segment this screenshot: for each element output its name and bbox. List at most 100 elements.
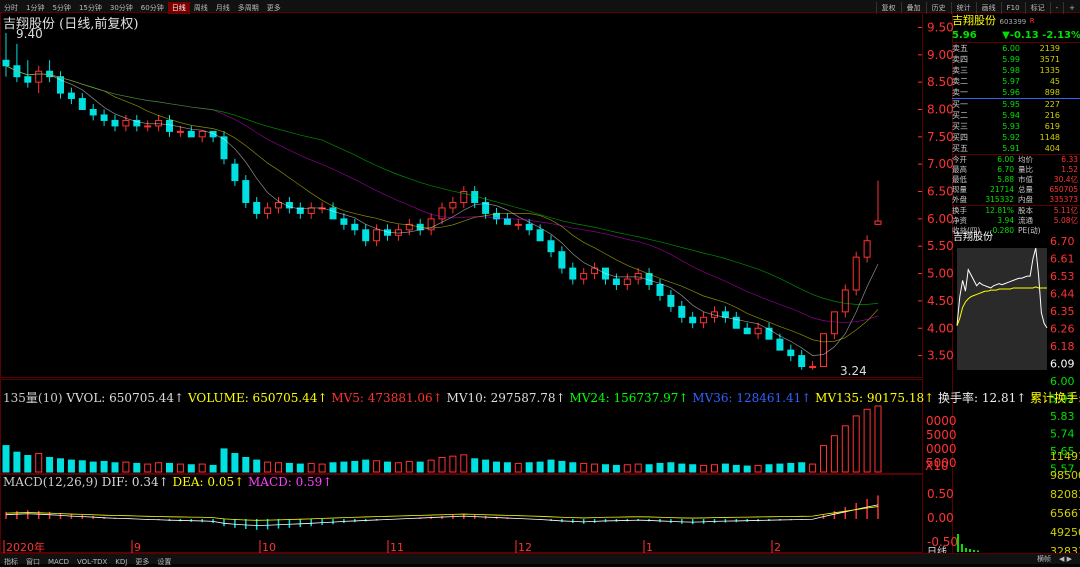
indicator-tab-0[interactable]: 指标	[0, 557, 22, 567]
price-axis-label: 5.00	[927, 267, 954, 281]
volume-bar	[307, 462, 315, 473]
dif-line	[5, 504, 879, 526]
volume-bar	[776, 463, 784, 473]
stat-label: PE(动)	[1018, 226, 1041, 235]
volume-bar	[78, 460, 86, 473]
macd-axis-label: 0.00	[927, 511, 954, 525]
candle-body	[743, 327, 751, 335]
candle-body	[307, 207, 315, 214]
month-label: 12	[518, 541, 532, 553]
mini-volume-bar	[973, 550, 975, 552]
volume-bar	[798, 462, 806, 473]
chart-title: 吉翔股份 (日线,前复权)	[3, 17, 139, 32]
volume-bar	[405, 460, 413, 473]
bid-label: 买二	[952, 111, 968, 120]
bid-price: 5.92	[1002, 133, 1020, 142]
volume-bar	[558, 460, 566, 473]
mini-volume-bar	[961, 544, 963, 552]
candle-body	[209, 130, 217, 138]
volume-bar	[318, 463, 326, 473]
volume-bar	[89, 461, 97, 473]
stat-label: 最高	[952, 165, 967, 174]
mini-price-label: 5.74	[1050, 428, 1075, 441]
candle-body	[689, 316, 697, 324]
indicator-tab-4[interactable]: KDJ	[111, 557, 131, 567]
volume-bar	[678, 463, 686, 473]
volume-bar	[580, 462, 588, 473]
price-axis-label: 8.00	[927, 103, 954, 117]
indicator-tab-1[interactable]: 窗口	[22, 557, 44, 567]
mini-price-label: 6.09	[1050, 358, 1075, 371]
indicator-tab-5[interactable]: 更多	[131, 557, 153, 567]
volume-bar	[765, 464, 773, 473]
volume-bar	[220, 448, 228, 473]
candle-body	[362, 229, 370, 242]
bid-row: 买三 5.93 619	[952, 121, 1080, 132]
indicator-tab-2[interactable]: MACD	[44, 557, 73, 567]
indicator-tab-6[interactable]: 设置	[153, 557, 175, 567]
candle-body	[122, 119, 130, 127]
volume-bar	[787, 462, 795, 473]
candle-body	[841, 289, 849, 313]
price-axis-label: 8.50	[927, 75, 954, 89]
mini-chart-area	[957, 248, 1047, 370]
volume-bar	[111, 462, 119, 473]
indicator-tab-3[interactable]: VOL-TDX	[73, 557, 111, 567]
candle-body	[220, 136, 228, 160]
stats-list: 今开 6.00 均价 6.33 最高 6.70 量比 1.52 最低 5.88 市值 30.4亿 现量 2…	[952, 155, 1080, 206]
candle-body	[852, 256, 860, 291]
volume-bar	[754, 464, 762, 473]
price-axis-label: 4.50	[927, 294, 954, 308]
candle-body	[155, 119, 163, 127]
bid-label: 买三	[952, 122, 968, 131]
bid-price: 5.91	[1002, 144, 1020, 153]
volume-bar	[198, 463, 206, 473]
month-label: 10	[262, 541, 276, 553]
volume-bar	[329, 462, 337, 473]
chart-canvas[interactable]: 9.50 9.00 8.50 8.00 7.50 7.00 6.50 6.00 5.50 5.00…	[0, 12, 1080, 553]
bid-volume: 227	[1044, 100, 1060, 109]
candle-body	[700, 316, 708, 324]
volume-bar	[700, 464, 708, 473]
candle-body	[612, 278, 620, 285]
ask-row: 卖五 6.00 2139	[952, 43, 1080, 54]
volume-axis-label: 0000	[926, 414, 957, 428]
stat-row: 换手 12.81% 股本 5.11亿	[952, 206, 1080, 216]
bid-volume: 404	[1044, 144, 1060, 153]
ask-label: 卖二	[952, 77, 968, 86]
bid-volume: 1148	[1039, 133, 1060, 142]
volume-value: VOLUME: 650705.44↑	[187, 391, 328, 405]
candle-body	[35, 70, 43, 83]
candle-body	[198, 130, 206, 138]
volume-bar	[863, 408, 871, 473]
volume-bar	[427, 459, 435, 473]
volume-bar	[264, 461, 272, 473]
volume-bar	[2, 445, 10, 473]
ask-label: 卖五	[952, 44, 968, 53]
mini-volume-label: 32833	[1050, 545, 1080, 553]
mini-volume-label: 98500	[1050, 469, 1080, 482]
candle-body	[776, 338, 784, 351]
volume-bar	[503, 462, 511, 473]
mini-volume-bar	[969, 549, 971, 552]
candle-body	[656, 284, 664, 296]
volume-bar	[820, 445, 827, 473]
mini-volume-bar	[965, 548, 967, 552]
candle-body	[231, 163, 239, 182]
volume-bar	[13, 451, 21, 473]
mini-price-label: 6.61	[1050, 253, 1075, 266]
mini-volume-bar	[957, 534, 959, 552]
volume-bar	[144, 463, 152, 473]
candle-body	[820, 333, 827, 368]
candle-body	[89, 109, 97, 116]
ask-row: 卖四 5.99 3571	[952, 54, 1080, 65]
volume-bar	[602, 464, 609, 473]
volume-unit-label: X10	[925, 459, 949, 473]
candle-body	[798, 355, 806, 368]
volume-bar	[394, 462, 402, 473]
bid-label: 买四	[952, 133, 968, 142]
quote-price-row: 5.96 ▼-0.13 -2.13%	[952, 29, 1080, 43]
ask-row: 卖三 5.98 1335	[952, 65, 1080, 76]
volume-bar	[155, 462, 163, 473]
month-label: 11	[390, 541, 404, 553]
